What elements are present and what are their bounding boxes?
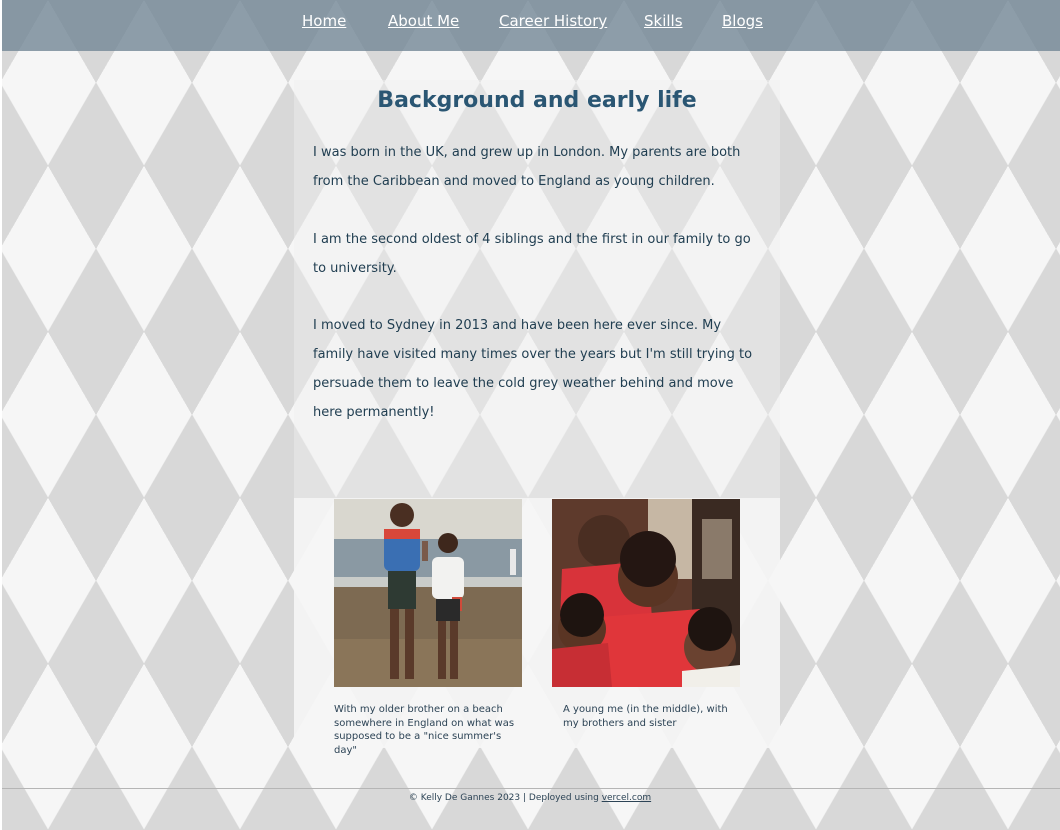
vercel-link[interactable]: vercel.com [602, 793, 651, 803]
beach-photo [334, 499, 522, 687]
page-left-border [0, 0, 2, 830]
footer-divider [2, 788, 1060, 789]
page-title: Background and early life [377, 88, 697, 113]
nav-skills-link[interactable]: Skills [644, 12, 683, 30]
nav-about-me-link[interactable]: About Me [388, 12, 459, 30]
nav-blogs-link[interactable]: Blogs [722, 12, 763, 30]
top-navigation: Home About Me Career History Skills Blog… [2, 0, 1060, 51]
footer: © Kelly De Gannes 2023 | Deployed using … [0, 793, 1060, 803]
paragraph-sydney: I moved to Sydney in 2013 and have been … [313, 318, 753, 420]
nav-career-history-link[interactable]: Career History [499, 12, 607, 30]
siblings-photo-caption: A young me (in the middle), with my brot… [563, 704, 728, 729]
beach-photo-caption: With my older brother on a beach somewhe… [334, 704, 515, 756]
paragraph-siblings: I am the second oldest of 4 siblings and… [313, 232, 751, 276]
nav-home-link[interactable]: Home [302, 12, 346, 30]
siblings-photo [552, 499, 740, 687]
footer-copyright: © Kelly De Gannes 2023 | Deployed using [408, 793, 602, 803]
paragraph-birthplace: I was born in the UK, and grew up in Lon… [313, 145, 741, 189]
